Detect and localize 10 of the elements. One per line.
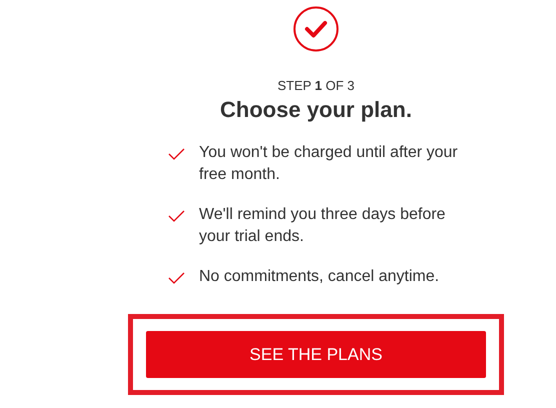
- check-icon: [168, 148, 185, 160]
- heading: Choose your plan.: [220, 96, 412, 124]
- check-icon: [168, 272, 185, 284]
- checkmark-circle-icon: [293, 6, 339, 52]
- benefit-text: You won't be charged until after your free month.: [199, 143, 459, 185]
- step-indicator: STEP 1 OF 3: [277, 78, 355, 94]
- benefit-text: We'll remind you three days before your trial ends.: [199, 205, 446, 247]
- see-plans-button[interactable]: SEE THE PLANS: [146, 331, 486, 378]
- check-icon: [168, 210, 185, 222]
- benefit-text: No commitments, cancel anytime.: [199, 267, 440, 287]
